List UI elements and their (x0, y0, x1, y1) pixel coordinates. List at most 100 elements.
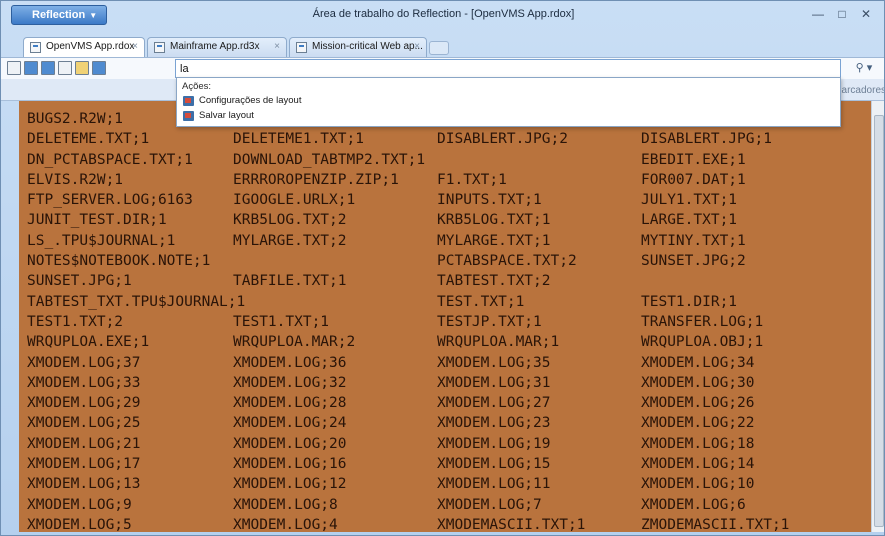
terminal-filename: XMODEM.LOG;33 (27, 374, 141, 391)
terminal-filename: XMODEM.LOG;32 (233, 374, 347, 391)
terminal-filename: XMODEM.LOG;25 (27, 415, 141, 432)
terminal-screen[interactable]: BUGS2.R2W;1 DELETEME.TXT;1 DELETEME1.TXT;1… (19, 101, 871, 532)
search-results-dropdown: Ações: Configurações de layout Salvar la… (176, 77, 841, 127)
terminal-filename: XMODEM.LOG;35 (437, 354, 551, 371)
layout-settings-item[interactable]: Configurações de layout (183, 94, 301, 108)
terminal-filename: XMODEM.LOG;4 (233, 516, 338, 532)
save-icon[interactable] (41, 61, 55, 75)
terminal-filename: SUNSET.JPG;1 (27, 273, 132, 290)
minimize-button[interactable]: — (806, 6, 830, 24)
terminal-filename: XMODEM.LOG;17 (27, 456, 141, 473)
terminal-filename: XMODEM.LOG;23 (437, 415, 551, 432)
tab-openvms-app[interactable]: OpenVMS App.rdox × (23, 37, 145, 58)
terminal-filename: TEST1.TXT;2 (27, 313, 124, 330)
terminal-filename: F1.TXT;1 (437, 171, 507, 188)
new-tab-button[interactable] (429, 41, 449, 55)
terminal-filename: XMODEM.LOG;37 (27, 354, 141, 371)
terminal-filename: XMODEM.LOG;6 (641, 496, 746, 513)
terminal-filename: KRB5LOG.TXT;2 (233, 212, 347, 229)
terminal-filename: BUGS2.R2W;1 (27, 111, 124, 127)
vertical-scrollbar[interactable] (871, 101, 884, 532)
terminal-filename: XMODEM.LOG;7 (437, 496, 542, 513)
terminal-filename: ZMODEMASCII.TXT;1 (641, 516, 790, 532)
terminal-filename: EBEDIT.EXE;1 (641, 151, 746, 168)
layout-settings-icon (183, 96, 194, 106)
terminal-filename: XMODEM.LOG;31 (437, 374, 551, 391)
open-icon[interactable] (24, 61, 38, 75)
document-icon (296, 42, 307, 53)
properties-icon[interactable] (75, 61, 89, 75)
terminal-filename: WRQUPLOA.MAR;1 (437, 334, 560, 351)
terminal-filename: XMODEM.LOG;12 (233, 476, 347, 493)
terminal-filename: XMODEM.LOG;14 (641, 456, 755, 473)
terminal-filename: XMODEM.LOG;20 (233, 435, 347, 452)
terminal-filename: XMODEMASCII.TXT;1 (437, 516, 586, 532)
save-layout-item[interactable]: Salvar layout (183, 109, 254, 123)
terminal-filename: KRB5LOG.TXT;1 (437, 212, 551, 229)
terminal-filename: IGOOGLE.URLX;1 (233, 192, 356, 209)
window-controls: — □ ✕ (806, 6, 878, 24)
terminal-filename: TABTEST.TXT;2 (437, 273, 551, 290)
print-icon[interactable] (58, 61, 72, 75)
terminal-filename: MYTINY.TXT;1 (641, 232, 746, 249)
search-button[interactable]: ⚲ ▾ (847, 60, 881, 77)
terminal-filename: FOR007.DAT;1 (641, 171, 746, 188)
terminal-filename: WRQUPLOA.EXE;1 (27, 334, 150, 351)
tab-label: Mission-critical Web ap... (312, 41, 423, 52)
terminal-filename: MYLARGE.TXT;2 (233, 232, 347, 249)
terminal-filename: XMODEM.LOG;9 (27, 496, 132, 513)
terminal-filename: XMODEM.LOG;36 (233, 354, 347, 371)
terminal-filename: DELETEME.TXT;1 (27, 131, 150, 148)
terminal-filename: DISABLERT.JPG;1 (641, 131, 772, 148)
tab-close-button[interactable]: × (274, 38, 280, 56)
close-button[interactable]: ✕ (854, 6, 878, 24)
terminal-filename: DN_PCTABSPACE.TXT;1 (27, 151, 193, 168)
dropdown-item-label: Salvar layout (199, 110, 254, 121)
terminal-filename: TABTEST_TXT.TPU$JOURNAL;1 (27, 293, 246, 310)
new-document-icon[interactable] (7, 61, 21, 75)
dropdown-header: Ações: (182, 81, 212, 92)
document-tabs: OpenVMS App.rdox × Mainframe App.rd3x × … (1, 35, 884, 58)
terminal-filename: XMODEM.LOG;24 (233, 415, 347, 432)
terminal-filename: NOTES$NOTEBOOK.NOTE;1 (27, 253, 211, 270)
terminal-filename: XMODEM.LOG;27 (437, 395, 551, 412)
terminal-filename: ELVIS.R2W;1 (27, 171, 124, 188)
terminal-filename: XMODEM.LOG;10 (641, 476, 755, 493)
terminal-filename: TRANSFER.LOG;1 (641, 313, 764, 330)
terminal-filename: JUNIT_TEST.DIR;1 (27, 212, 167, 229)
terminal-filename: INPUTS.TXT;1 (437, 192, 542, 209)
terminal-filename: MYLARGE.TXT;1 (437, 232, 551, 249)
terminal-filename: TABFILE.TXT;1 (233, 273, 347, 290)
scrollbar-thumb[interactable] (874, 115, 884, 527)
terminal-filename: XMODEM.LOG;30 (641, 374, 755, 391)
tab-close-button[interactable]: × (132, 38, 138, 56)
terminal-filename: XMODEM.LOG;29 (27, 395, 141, 412)
terminal-filename: XMODEM.LOG;19 (437, 435, 551, 452)
terminal-filename: XMODEM.LOG;13 (27, 476, 141, 493)
bookmarks-label: arcadores (841, 85, 885, 96)
terminal-filename: XMODEM.LOG;8 (233, 496, 338, 513)
terminal-filename: XMODEM.LOG;22 (641, 415, 755, 432)
title-bar: Reflection ▼ Área de trabalho do Reflecti… (1, 1, 884, 31)
terminal-filename: TEST1.TXT;1 (233, 313, 330, 330)
save-layout-icon (183, 111, 194, 121)
terminal-filename: JULY1.TXT;1 (641, 192, 738, 209)
terminal-filename: XMODEM.LOG;15 (437, 456, 551, 473)
terminal-filename: DELETEME1.TXT;1 (233, 131, 364, 148)
terminal-filename: XMODEM.LOG;18 (641, 435, 755, 452)
tab-label: OpenVMS App.rdox (46, 41, 135, 52)
dropdown-item-label: Configurações de layout (199, 95, 302, 106)
search-input[interactable] (175, 59, 841, 78)
tab-mission-critical-web-app[interactable]: Mission-critical Web ap... × (289, 37, 427, 57)
undo-icon[interactable] (92, 61, 106, 75)
maximize-button[interactable]: □ (830, 6, 854, 24)
window-title: Área de trabalho do Reflection - [OpenVM… (312, 8, 575, 20)
tab-close-button[interactable]: × (414, 38, 420, 56)
terminal-filename: PCTABSPACE.TXT;2 (437, 253, 577, 270)
terminal-filename: WRQUPLOA.MAR;2 (233, 334, 356, 351)
tab-mainframe-app[interactable]: Mainframe App.rd3x × (147, 37, 287, 57)
terminal-filename: DOWNLOAD_TABTMP2.TXT;1 (233, 151, 426, 168)
terminal-filename: LS_.TPU$JOURNAL;1 (27, 232, 176, 249)
document-icon (154, 42, 165, 53)
terminal-filename: DISABLERT.JPG;2 (437, 131, 568, 148)
